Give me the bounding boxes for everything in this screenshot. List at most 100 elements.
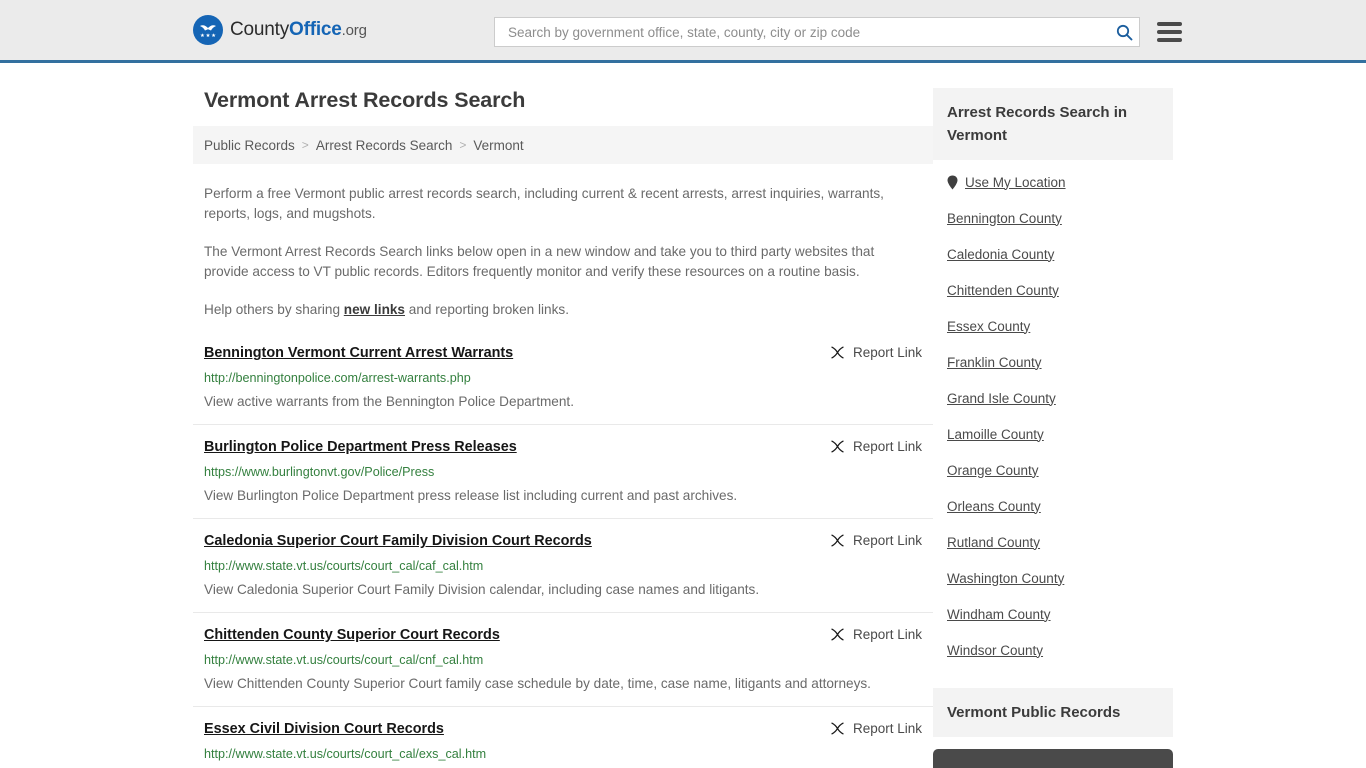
sidebar-item-label: Lamoille County — [947, 426, 1044, 442]
report-link-label: Report Link — [852, 721, 922, 736]
result-description: View Caledonia Superior Court Family Div… — [204, 582, 760, 597]
sidebar-item-label: Caledonia County — [947, 246, 1055, 262]
intro-p3-after: and reporting broken links. — [405, 302, 569, 317]
sidebar-item-label: Essex County — [947, 318, 1031, 334]
map-pin-icon — [947, 175, 958, 190]
sidebar-item-bennington-county[interactable]: Bennington County — [947, 200, 1159, 236]
result-description: View active warrants from the Bennington… — [204, 394, 574, 409]
broken-link-icon — [830, 345, 845, 360]
hamburger-bar — [1157, 22, 1182, 26]
logo-text-office: Office — [289, 19, 342, 40]
result-title-link[interactable]: Bennington Vermont Current Arrest Warran… — [204, 344, 513, 363]
eagle-shield-logo-icon — [193, 15, 223, 45]
report-link-button[interactable]: Report Link — [830, 720, 922, 736]
sidebar-item-use-my-location[interactable]: Use My Location — [947, 164, 1159, 200]
sidebar-item-label: Windsor County — [947, 642, 1044, 658]
sidebar-item-label: Washington County — [947, 570, 1065, 586]
new-links-link[interactable]: new links — [344, 302, 405, 317]
result-item: Chittenden County Superior Court Records… — [193, 626, 933, 707]
sidebar-item-essex-county[interactable]: Essex County — [947, 308, 1159, 344]
report-link-label: Report Link — [852, 345, 922, 360]
breadcrumb-separator: > — [459, 138, 467, 152]
sidebar-item-orleans-county[interactable]: Orleans County — [947, 488, 1159, 524]
report-link-button[interactable]: Report Link — [830, 626, 922, 642]
sidebar: Arrest Records Search in Vermont Use My … — [933, 63, 1173, 768]
sidebar-item-label: Chittenden County — [947, 282, 1059, 298]
sidebar-item-label: Windham County — [947, 606, 1051, 622]
result-url: http://www.state.vt.us/courts/court_cal/… — [204, 653, 484, 667]
broken-link-icon — [830, 721, 845, 736]
report-link-label: Report Link — [852, 439, 922, 454]
report-link-button[interactable]: Report Link — [830, 438, 922, 454]
intro-paragraph-3: Help others by sharing new links and rep… — [204, 300, 922, 320]
sidebar-item-grand-isle-county[interactable]: Grand Isle County — [947, 380, 1159, 416]
page-title: Vermont Arrest Records Search — [204, 88, 526, 112]
result-header: Caledonia Superior Court Family Division… — [204, 532, 922, 551]
result-item: Bennington Vermont Current Arrest Warran… — [193, 344, 933, 425]
hamburger-menu-icon[interactable] — [1157, 22, 1182, 42]
breadcrumb: Public Records > Arrest Records Search >… — [193, 126, 933, 164]
results-list: Bennington Vermont Current Arrest Warran… — [193, 344, 933, 768]
result-header: Bennington Vermont Current Arrest Warran… — [204, 344, 922, 363]
sidebar-item-label: Orleans County — [947, 498, 1041, 514]
report-link-label: Report Link — [852, 627, 922, 642]
main-content: Vermont Arrest Records Search Public Rec… — [193, 63, 933, 768]
result-url: https://www.burlingtonvt.gov/Police/Pres… — [204, 465, 435, 479]
result-title-link[interactable]: Chittenden County Superior Court Records — [204, 626, 500, 645]
report-link-button[interactable]: Report Link — [830, 532, 922, 548]
result-item: Caledonia Superior Court Family Division… — [193, 532, 933, 613]
sidebar-item-washington-county[interactable]: Washington County — [947, 560, 1159, 596]
sidebar-item-label: Orange County — [947, 462, 1039, 478]
result-description: View Burlington Police Department press … — [204, 488, 738, 503]
result-title-link[interactable]: Caledonia Superior Court Family Division… — [204, 532, 592, 551]
logo-text-county: County — [230, 19, 290, 40]
result-url: http://www.state.vt.us/courts/court_cal/… — [204, 747, 487, 761]
sidebar-item-lamoille-county[interactable]: Lamoille County — [947, 416, 1159, 452]
sidebar-item-label: Grand Isle County — [947, 390, 1056, 406]
result-title-link[interactable]: Essex Civil Division Court Records — [204, 720, 444, 739]
header-search-area — [494, 17, 1182, 47]
sidebar-item-orange-county[interactable]: Orange County — [947, 452, 1159, 488]
sidebar-panel-title: Arrest Records Search in Vermont — [933, 88, 1173, 160]
sidebar-dark-button[interactable] — [933, 749, 1173, 768]
result-url: http://benningtonpolice.com/arrest-warra… — [204, 371, 471, 385]
hamburger-bar — [1157, 38, 1182, 42]
breadcrumb-item-vermont[interactable]: Vermont — [473, 138, 523, 153]
intro-paragraph-2: The Vermont Arrest Records Search links … — [204, 244, 875, 279]
search-box[interactable] — [494, 17, 1140, 47]
search-input[interactable] — [506, 23, 1116, 41]
intro-paragraph-1: Perform a free Vermont public arrest rec… — [204, 186, 884, 221]
sidebar-item-chittenden-county[interactable]: Chittenden County — [947, 272, 1159, 308]
result-description: View Chittenden County Superior Court fa… — [204, 676, 871, 691]
broken-link-icon — [830, 627, 845, 642]
sidebar-panel-title-public-records: Vermont Public Records — [933, 688, 1173, 737]
result-item: Essex Civil Division Court Records Repor… — [193, 720, 933, 768]
hamburger-bar — [1157, 30, 1182, 34]
search-icon[interactable] — [1116, 24, 1133, 41]
sidebar-item-label: Franklin County — [947, 354, 1042, 370]
breadcrumb-item-public-records[interactable]: Public Records — [204, 138, 295, 153]
site-header: CountyOffice.org — [0, 0, 1366, 63]
sidebar-item-franklin-county[interactable]: Franklin County — [947, 344, 1159, 380]
sidebar-item-rutland-county[interactable]: Rutland County — [947, 524, 1159, 560]
breadcrumb-separator: > — [301, 138, 309, 152]
result-header: Essex Civil Division Court Records Repor… — [204, 720, 922, 739]
broken-link-icon — [830, 533, 845, 548]
report-link-label: Report Link — [852, 533, 922, 548]
sidebar-item-label: Bennington County — [947, 210, 1062, 226]
page-body: Vermont Arrest Records Search Public Rec… — [0, 63, 1366, 768]
site-logo-text: CountyOffice.org — [230, 19, 367, 41]
broken-link-icon — [830, 439, 845, 454]
sidebar-links: Use My Location Bennington County Caledo… — [933, 164, 1173, 668]
breadcrumb-item-arrest-records-search[interactable]: Arrest Records Search — [316, 138, 453, 153]
sidebar-item-windham-county[interactable]: Windham County — [947, 596, 1159, 632]
result-header: Burlington Police Department Press Relea… — [204, 438, 922, 457]
sidebar-item-windsor-county[interactable]: Windsor County — [947, 632, 1159, 668]
report-link-button[interactable]: Report Link — [830, 344, 922, 360]
result-title-link[interactable]: Burlington Police Department Press Relea… — [204, 438, 517, 457]
sidebar-item-caledonia-county[interactable]: Caledonia County — [947, 236, 1159, 272]
site-logo[interactable]: CountyOffice.org — [193, 15, 367, 45]
logo-text-org: .org — [341, 22, 367, 39]
result-item: Burlington Police Department Press Relea… — [193, 438, 933, 519]
result-url: http://www.state.vt.us/courts/court_cal/… — [204, 559, 484, 573]
